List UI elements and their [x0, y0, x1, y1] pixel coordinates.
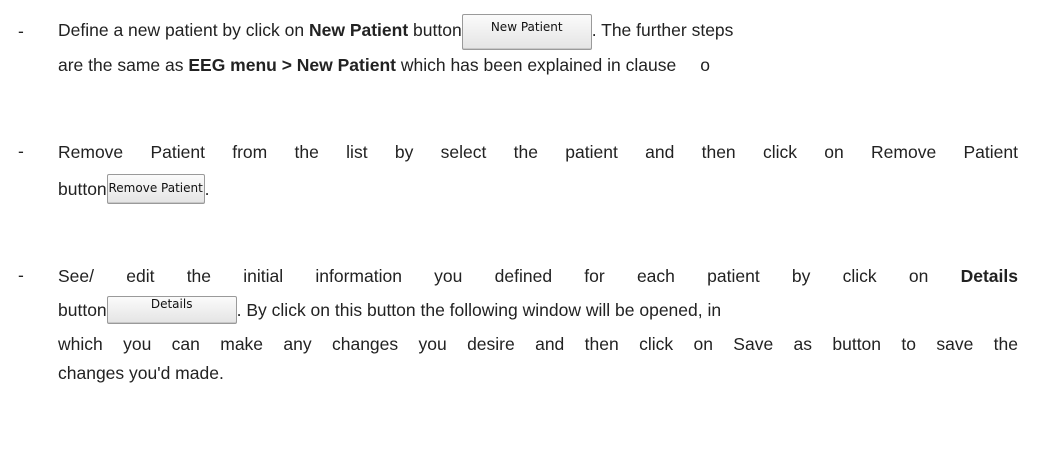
bullet-dash: - — [18, 141, 24, 161]
new-patient-button[interactable]: New Patient — [461, 14, 592, 50]
text-segment: changes you'd made. — [58, 363, 224, 383]
bold-term-eeg-menu-path: EEG menu > New Patient — [188, 55, 396, 75]
bullet-dash: - — [18, 265, 24, 285]
details-button[interactable]: Details — [106, 296, 237, 324]
bullet-3-line-1: See/ edit the initial information you de… — [58, 265, 1018, 287]
text-segment: which you can make any changes you desir… — [58, 334, 1018, 354]
bullet-3-line-2: button Details. By click on this button t… — [58, 293, 721, 327]
text-segment: Remove Patient from the list by select t… — [58, 142, 1018, 162]
text-segment: . — [204, 179, 210, 199]
bullet-1-line-2: are the same as EEG menu > New Patient w… — [58, 54, 710, 76]
text-segment: are the same as — [58, 55, 189, 75]
bullet-2-line-1: Remove Patient from the list by select t… — [58, 141, 1018, 163]
text-segment: button — [58, 179, 107, 199]
bullet-2-line-2: button Remove Patient. — [58, 172, 210, 206]
text-segment: See/ edit the initial information you de… — [58, 266, 961, 286]
bullet-3-line-4: changes you'd made. — [58, 362, 224, 384]
text-segment: button — [408, 20, 462, 40]
text-segment: . The further steps — [591, 20, 734, 40]
bullet-1-line-1: Define a new patient by click on New Pat… — [58, 12, 734, 50]
bullet-3-line-3: which you can make any changes you desir… — [58, 333, 1018, 355]
bold-term-new-patient: New Patient — [308, 20, 409, 40]
clause-reference: o — [700, 55, 710, 75]
bold-term-details: Details — [960, 266, 1018, 286]
remove-patient-button[interactable]: Remove Patient — [106, 174, 205, 204]
text-segment: which has been explained in clause — [395, 55, 677, 75]
text-segment: Define a new patient by click on — [58, 20, 309, 40]
text-segment: button — [58, 300, 107, 320]
text-segment: . By click on this button the following … — [236, 300, 722, 320]
bullet-dash: - — [18, 21, 24, 41]
